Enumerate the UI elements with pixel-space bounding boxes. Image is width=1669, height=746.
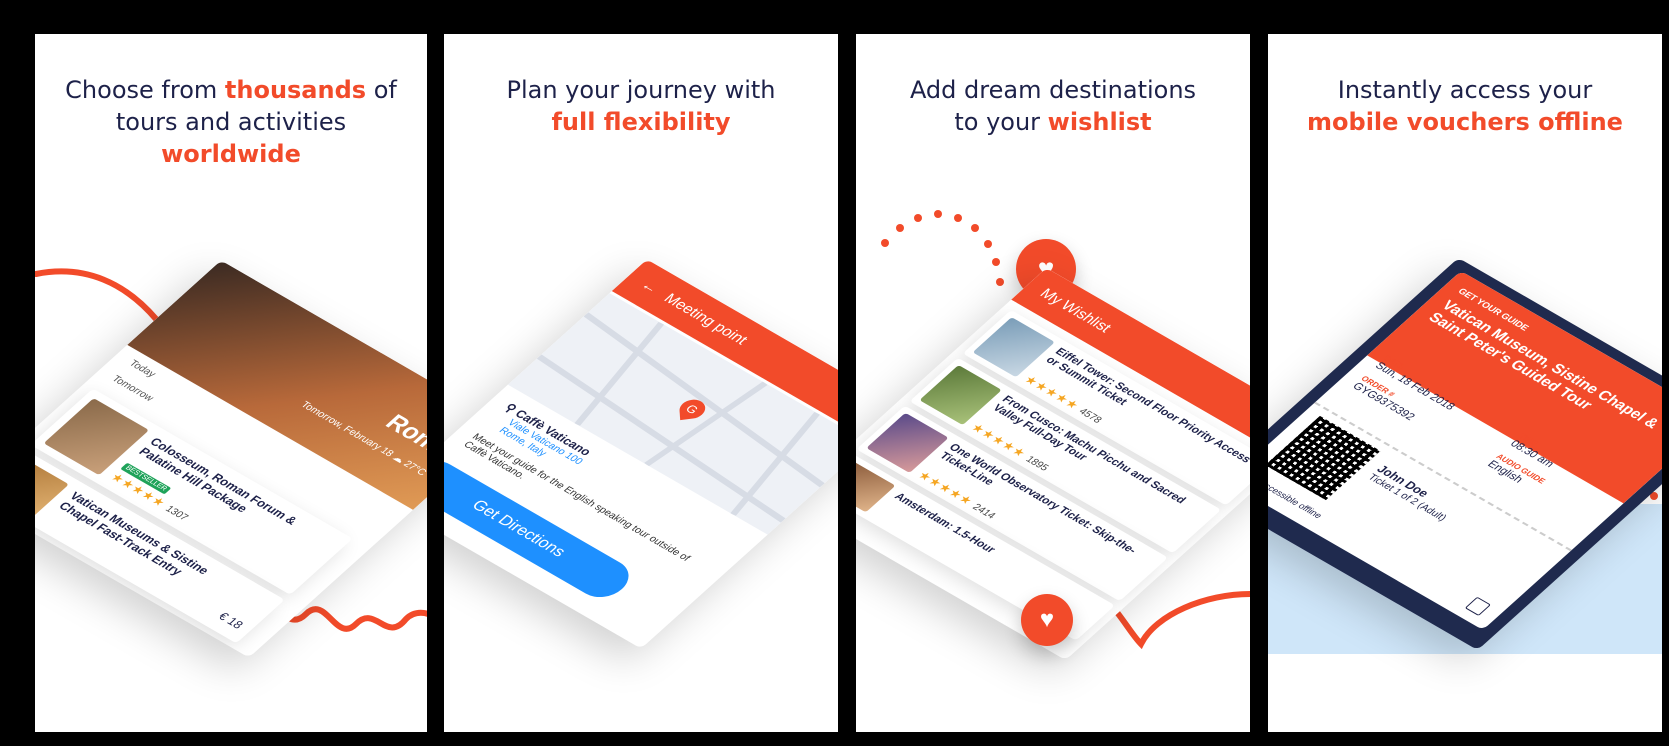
heart-icon[interactable]: ♥	[1021, 594, 1073, 646]
panel-voucher: Instantly access your mobile vouchers of…	[1268, 34, 1662, 732]
machu-picchu-thumbnail	[919, 364, 1002, 426]
review-count: 2414	[969, 502, 998, 522]
panel1-headline: Choose from thousands of tours and activ…	[65, 76, 397, 168]
panel-meeting-point: Plan your journey with full flexibility …	[444, 34, 838, 732]
back-arrow-icon[interactable]: ←	[637, 277, 663, 296]
tab-today[interactable]: Today	[126, 358, 158, 379]
phone-mockup: Rome Tomorrow, February 18 ☁ 27°C Today …	[35, 260, 427, 658]
panel3-headline: Add dream destinations to your wishlist	[909, 76, 1197, 136]
panel4-headline: Instantly access your mobile vouchers of…	[1307, 76, 1623, 136]
price: € 18	[215, 609, 247, 632]
phone-mockup: ← Meeting point G ⚲ Caffè Vaticano Viale…	[444, 259, 838, 649]
review-count: 1895	[1022, 454, 1051, 474]
qr-code	[1268, 415, 1381, 501]
review-count: 4578	[1075, 406, 1104, 426]
panel-tours: Choose from thousands of tours and activ…	[35, 34, 427, 732]
panel-wishlist: Add dream destinations to your wishlist …	[856, 34, 1250, 732]
eiffel-thumbnail	[972, 317, 1055, 378]
app-bar-title: My Wishlist	[1035, 285, 1115, 336]
panel2-headline: Plan your journey with full flexibility	[506, 76, 776, 136]
observatory-thumbnail	[866, 412, 949, 473]
review-count: 1307	[162, 504, 191, 523]
expand-icon[interactable]	[1464, 596, 1492, 616]
